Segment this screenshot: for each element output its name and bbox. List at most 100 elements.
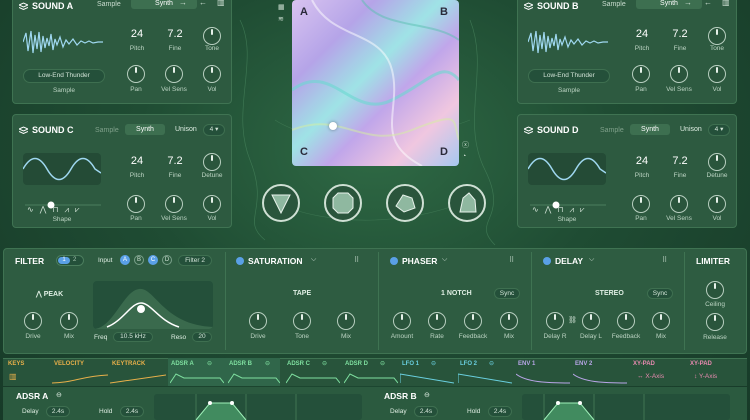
sound-a-tone-knob[interactable] — [203, 27, 221, 45]
sample-waveform[interactable] — [23, 27, 103, 57]
sound-a-sample-select[interactable]: Low-End Thunder — [23, 69, 105, 83]
adsr-b-envelope-display[interactable] — [522, 394, 730, 420]
arrow-left-icon[interactable]: ← — [704, 0, 712, 7]
sound-d-fine-value[interactable]: 7.2 — [662, 155, 698, 167]
delay-r-knob[interactable] — [546, 312, 564, 330]
arrow-right-icon[interactable]: → — [684, 0, 692, 7]
sound-d-pan-knob[interactable] — [632, 195, 650, 213]
filter-curve-display[interactable] — [93, 281, 213, 329]
sound-c-wave-display[interactable] — [22, 153, 102, 185]
saturation-drive-knob[interactable] — [249, 312, 267, 330]
macro-knob-2[interactable] — [324, 184, 362, 222]
grid-icon[interactable]: ▦ — [278, 3, 285, 11]
phaser-type[interactable]: 1 NOTCH — [441, 290, 472, 297]
sound-b-fine-value[interactable]: 7.2 — [662, 28, 698, 40]
sound-c-vol-knob[interactable] — [203, 195, 221, 213]
saturation-type[interactable]: TAPE — [293, 290, 311, 297]
sound-c-tab-sample[interactable]: Sample — [87, 125, 127, 136]
phaser-amount-knob[interactable] — [393, 312, 411, 330]
adsr-b-delay-value[interactable]: 2.4s — [414, 406, 438, 417]
sound-c-fine-value[interactable]: 7.2 — [157, 155, 193, 167]
phaser-sync-button[interactable]: Sync — [494, 288, 520, 299]
sound-b-tone-knob[interactable] — [708, 27, 726, 45]
mod-x-axis[interactable]: ↔ X-Axis — [637, 373, 664, 380]
phaser-rate-knob[interactable] — [428, 312, 446, 330]
sound-b-tab-synth[interactable]: Synth — [636, 0, 702, 9]
trash-icon[interactable]: ▥ — [722, 0, 730, 7]
sound-d-pitch-value[interactable]: 24 — [624, 155, 660, 167]
sound-a-tab-synth[interactable]: Synth — [131, 0, 197, 9]
limiter-release-knob[interactable] — [706, 313, 724, 331]
filter-input-a[interactable]: A — [120, 255, 130, 265]
mod-y-axis[interactable]: ↕ Y-Axis — [694, 373, 717, 380]
trash-icon[interactable]: ▥ — [217, 0, 225, 7]
sample-waveform[interactable] — [528, 27, 608, 57]
sound-c-vel-knob[interactable] — [165, 195, 183, 213]
link-icon[interactable]: ⊖ — [424, 391, 430, 399]
arrow-left-icon[interactable]: ← — [199, 0, 207, 7]
filter-type-label[interactable]: ⋀ PEAK — [36, 290, 63, 298]
filter-input-d[interactable]: D — [162, 255, 172, 265]
sound-b-tab-sample[interactable]: Sample — [594, 0, 634, 10]
sound-d-tab-synth[interactable]: Synth — [630, 124, 670, 135]
sound-c-pitch-value[interactable]: 24 — [119, 155, 155, 167]
arrow-right-icon[interactable]: → — [179, 0, 187, 7]
filter-mix-knob[interactable] — [60, 312, 78, 330]
sound-c-pan-knob[interactable] — [127, 195, 145, 213]
saturation-power-toggle[interactable] — [236, 257, 244, 265]
delay-type[interactable]: STEREO — [595, 290, 624, 297]
sound-b-sample-select[interactable]: Low-End Thunder — [528, 69, 610, 83]
sound-d-vel-knob[interactable] — [670, 195, 688, 213]
sound-c-detune-knob[interactable] — [203, 153, 221, 171]
xy-pad-handle[interactable] — [329, 122, 337, 130]
layers-icon[interactable]: ≋ — [278, 15, 284, 23]
delay-mix-knob[interactable] — [652, 312, 670, 330]
sound-d-tab-sample[interactable]: Sample — [592, 125, 632, 136]
link-icon[interactable]: ⊖ — [56, 391, 62, 399]
sound-a-pan-knob[interactable] — [127, 65, 145, 83]
sound-d-vol-knob[interactable] — [708, 195, 726, 213]
delay-feedback-knob[interactable] — [617, 312, 635, 330]
sound-a-vel-knob[interactable] — [165, 65, 183, 83]
wave-shape-icons[interactable]: ∿⋀⊓⩘⩗ — [532, 205, 591, 215]
delay-sync-button[interactable]: Sync — [647, 288, 673, 299]
sound-b-vel-knob[interactable] — [670, 65, 688, 83]
sound-a-fine-value[interactable]: 7.2 — [157, 28, 193, 40]
filter-preset-select[interactable]: Filter 2 — [178, 255, 212, 266]
sound-a-pitch-value[interactable]: 24 — [119, 28, 155, 40]
filter-input-b[interactable]: B — [134, 255, 144, 265]
filter-freq-value[interactable]: 10.5 kHz — [113, 332, 153, 342]
sound-c-unison-select[interactable]: 4 ▾ — [203, 124, 225, 136]
macro-knob-4[interactable] — [448, 184, 486, 222]
adsr-a-envelope-display[interactable] — [154, 394, 362, 420]
sound-a-tab-sample[interactable]: Sample — [89, 0, 129, 10]
chevron-down-icon[interactable]: ⌵ — [589, 256, 594, 264]
drag-handle-icon[interactable]: ⠿ — [662, 256, 667, 264]
phaser-mix-knob[interactable] — [500, 312, 518, 330]
chevron-down-icon[interactable]: ⌵ — [311, 256, 316, 264]
sound-d-detune-knob[interactable] — [708, 153, 726, 171]
saturation-mix-knob[interactable] — [337, 312, 355, 330]
wave-shape-icons[interactable]: ∿⋀⊓⩘⩗ — [27, 205, 86, 215]
drag-handle-icon[interactable]: ⠿ — [354, 256, 359, 264]
macro-knob-1[interactable] — [262, 184, 300, 222]
sound-d-unison-select[interactable]: 4 ▾ — [708, 124, 730, 136]
sound-c-tab-synth[interactable]: Synth — [125, 124, 165, 135]
adsr-a-hold-value[interactable]: 2.4s — [120, 406, 144, 417]
close-icon[interactable]: ⓧ — [462, 140, 469, 150]
filter-mode-2[interactable]: 2 — [73, 257, 76, 263]
compass-icon[interactable]: ◔ — [462, 153, 466, 160]
delay-power-toggle[interactable] — [543, 257, 551, 265]
filter-reso-value[interactable]: 20 — [192, 332, 212, 342]
xy-pad[interactable]: A B C D — [292, 0, 459, 166]
sound-a-vol-knob[interactable] — [203, 65, 221, 83]
limiter-ceiling-knob[interactable] — [706, 281, 724, 299]
saturation-tone-knob[interactable] — [293, 312, 311, 330]
link-icon[interactable]: ⛓ — [568, 316, 577, 324]
sound-d-wave-display[interactable] — [527, 153, 607, 185]
adsr-b-hold-value[interactable]: 2.4s — [488, 406, 512, 417]
phaser-feedback-knob[interactable] — [464, 312, 482, 330]
sound-b-pitch-value[interactable]: 24 — [624, 28, 660, 40]
filter-input-c[interactable]: C — [148, 255, 158, 265]
filter-mode-1[interactable]: 1 — [58, 257, 70, 264]
